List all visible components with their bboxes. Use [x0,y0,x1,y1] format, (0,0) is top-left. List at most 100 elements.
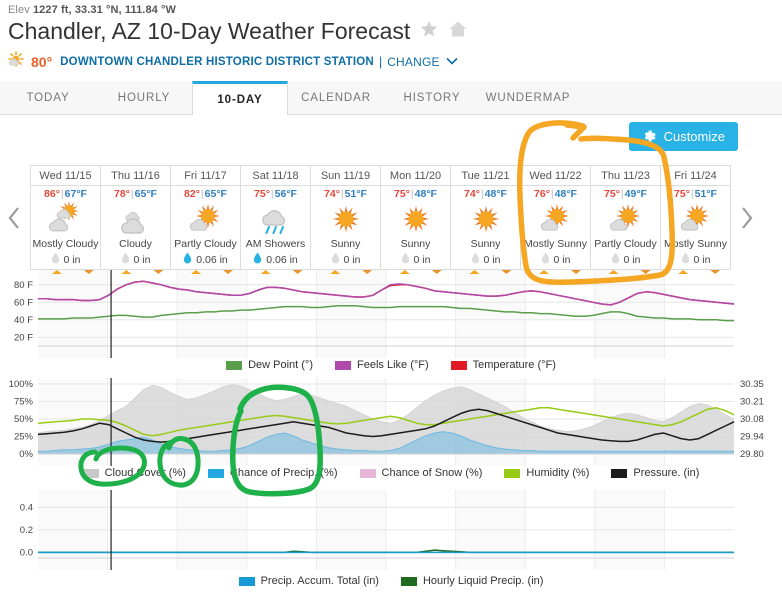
legend-label: Humidity (%) [526,467,590,479]
prev-days-arrow[interactable] [0,165,30,270]
sunny-icon [326,201,366,237]
sunset-marker [153,270,164,274]
sunrise-marker [260,270,271,274]
temperature-chart: 20 F 40 F 60 F 80 F Dew Point (°) Feels Like… [0,270,782,371]
mostly-sunny-icon [676,201,716,237]
legend-item[interactable]: Hourly Liquid Precip. (in) [400,575,543,587]
forecast-precip-value: 0 in [343,253,361,266]
forecast-day-card[interactable]: Wed 11/15 86°|67°F Mostly Cloudy 0 in [31,166,101,269]
tab-calendar[interactable]: CALENDAR [288,81,384,114]
forecast-day-card[interactable]: Sun 11/19 74°|51°F Sunny 0 in [311,166,381,269]
legend-item[interactable]: Dew Point (°) [226,359,313,371]
current-temperature: 80° [31,53,53,70]
forecast-day-name: Fri 11/17 [184,170,227,182]
legend-item[interactable]: Feels Like (°F) [335,359,429,371]
forecast-day-card[interactable]: Mon 11/20 75°|48°F Sunny 0 in [381,166,451,269]
legend-item[interactable]: Chance of Snow (%) [359,467,482,479]
forecast-day-precip: 0 in [471,252,500,267]
legend-swatch [238,576,255,586]
legend-item[interactable]: Precip. Accum. Total (in) [238,575,379,587]
forecast-day-card[interactable]: Thu 11/23 75°|49°F Partly Cloudy 0 in [591,166,661,269]
customize-button[interactable]: Customize [628,122,738,151]
forecast-day-condition: Mostly Sunny [523,238,588,250]
y-axis-tick: 40 F [14,315,33,326]
forecast-high: 86° [44,188,60,200]
forecast-precip-value: 0 in [553,253,571,266]
home-icon[interactable] [448,19,468,44]
forecast-day-name: Mon 11/20 [389,170,442,182]
forecast-day-card[interactable]: Fri 11/17 82°|65°F Partly Cloudy 0.06 in [171,166,241,269]
forecast-day-temps: 78°|65°F [114,188,157,200]
separator: | [378,54,383,69]
forecast-high: 75° [604,188,620,200]
forecast-day-name: Fri 11/24 [674,170,717,182]
forecast-day-name: Sun 11/19 [320,170,371,182]
drop-gray-icon [331,252,340,267]
forecast-low: 51°F [344,188,367,200]
forecast-low: 48°F [414,188,437,200]
sunset-marker [431,270,442,274]
precipitation-chart: 0.0 0.2 0.4 Precip. Accum. Total (in) Hourl… [0,490,782,587]
station-name-link[interactable]: DOWNTOWN CHANDLER HISTORIC DISTRICT STAT… [60,56,374,68]
tab-wundermap[interactable]: WUNDERMAP [480,81,576,114]
legend-item[interactable]: Humidity (%) [504,467,589,479]
forecast-day-card[interactable]: Wed 11/22 76°|48°F Mostly Sunny 0 in [521,166,591,269]
sunrise-marker [539,270,549,274]
sunrise-marker [399,270,410,274]
forecast-day-card[interactable]: Tue 11/21 74°|48°F Sunny 0 in [451,166,521,269]
legend-item[interactable]: Temperature (°F) [450,359,556,371]
forecast-day-card[interactable]: Thu 11/16 78°|65°F Cloudy 0 in [101,166,171,269]
star-icon[interactable] [419,19,439,44]
tab-10-day[interactable]: 10-DAY [192,81,288,115]
forecast-precip-value: 0.06 in [196,253,228,266]
divider [451,185,520,186]
legend-swatch [335,360,351,370]
tab-today[interactable]: TODAY [0,81,96,114]
forecast-day-precip: 0 in [541,252,571,267]
forecast-day-list: Wed 11/15 86°|67°F Mostly Cloudy 0 in Thu 11… [30,165,731,270]
station-row: 80° DOWNTOWN CHANDLER HISTORIC DISTRICT … [0,46,782,72]
divider [661,185,730,186]
forecast-day-temps: 75°|51°F [674,188,717,200]
legend-label: Pressure. (in) [633,467,700,479]
title-row: Chandler, AZ 10-Day Weather Forecast [0,16,782,46]
forecast-day-precip: 0 in [611,252,640,267]
forecast-precip-value: 0 in [133,253,151,266]
precipitation-legend: Precip. Accum. Total (in) Hourly Liquid P… [0,575,782,587]
legend-swatch [207,468,224,478]
forecast-precip-value: 0 in [693,253,711,266]
forecast-day-precip: 0.06 in [183,252,228,267]
next-days-arrow[interactable] [731,165,761,270]
forecast-day-name: Wed 11/15 [39,170,92,182]
forecast-day-condition: Sunny [330,238,361,250]
temperature-legend: Dew Point (°) Feels Like (°F) Temperature … [0,359,782,371]
y-axis-tick: 0% [19,449,33,460]
legend-swatch [226,360,243,370]
change-station-link[interactable]: CHANGE [387,55,440,69]
forecast-day-card[interactable]: Fri 11/24 75°|51°F Mostly Sunny 0 in [661,166,731,269]
forecast-high: 75° [394,188,410,200]
y2-axis-tick: 30.21 [740,397,764,408]
tab-history[interactable]: HISTORY [384,81,480,114]
y-axis-tick: 50% [14,414,34,425]
forecast-low: 65°F [134,188,157,200]
y-axis-tick: 0.2 [20,525,33,536]
sun-behind-cloud-icon [8,51,26,72]
legend-swatch [400,576,417,586]
legend-item[interactable]: Chance of Precip. (%) [207,467,338,479]
drop-gray-icon [121,252,130,267]
forecast-day-card[interactable]: Sat 11/18 75°|56°F AM Showers 0.06 in [241,166,311,269]
forecast-day-condition: Partly Cloudy [174,238,237,250]
forecast-high: 75° [254,188,270,200]
legend-label: Chance of Precip. (%) [229,467,338,479]
legend-item[interactable]: Cloud Cover (%) [82,467,186,479]
forecast-day-name: Tue 11/21 [461,170,510,182]
forecast-low: 65°F [204,188,227,200]
legend-item[interactable]: Pressure. (in) [611,467,699,479]
legend-swatch [450,360,467,370]
elevation-prefix: Elev [8,4,30,16]
chevron-down-icon[interactable] [445,55,459,69]
tab-hourly[interactable]: HOURLY [96,81,192,114]
drop-gray-icon [681,252,690,267]
forecast-precip-value: 0.06 in [266,253,298,266]
